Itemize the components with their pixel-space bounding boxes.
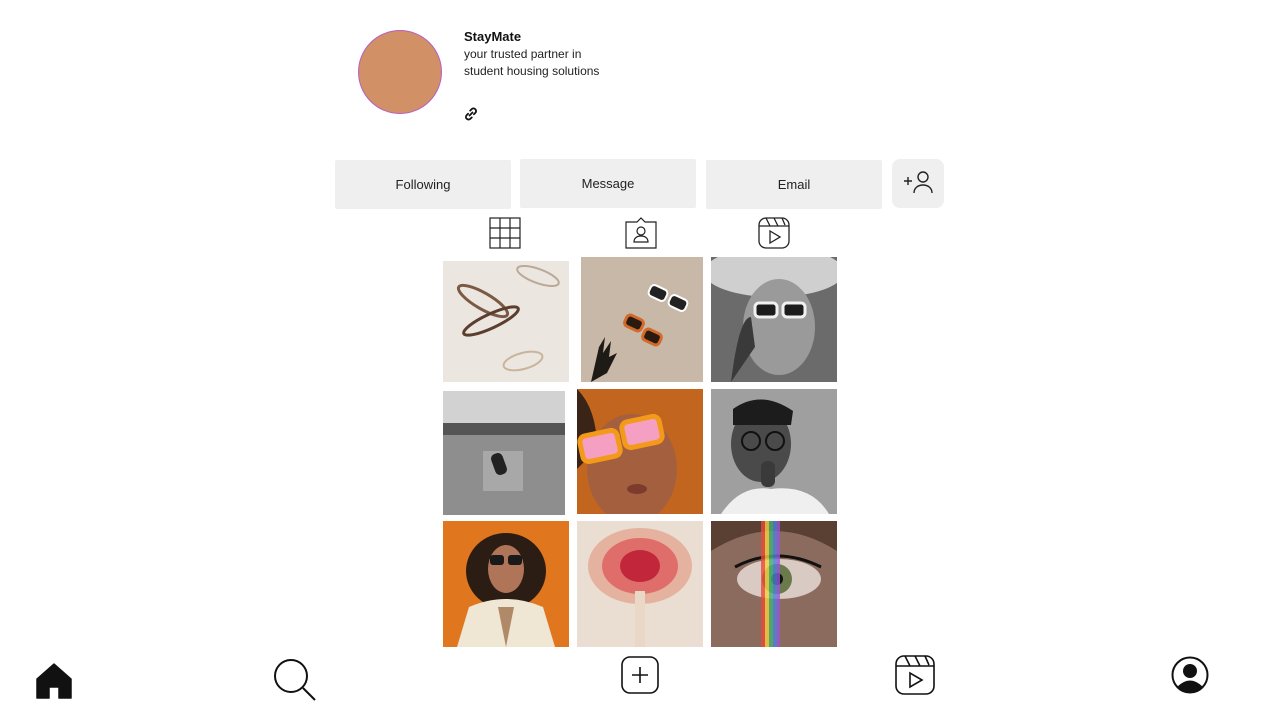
profile-bio: your trusted partner in student housing … xyxy=(464,47,600,78)
reels-icon xyxy=(895,654,935,700)
post-thumbnail[interactable] xyxy=(711,389,837,514)
link-icon[interactable] xyxy=(463,106,479,122)
search-nav[interactable] xyxy=(270,657,318,705)
grid-tab[interactable] xyxy=(488,216,522,254)
post-thumbnail[interactable] xyxy=(581,257,703,382)
following-button[interactable]: Following xyxy=(335,160,511,209)
post-thumbnail[interactable] xyxy=(443,521,569,647)
profile-name: StayMate xyxy=(464,29,522,44)
profile-icon xyxy=(1171,656,1209,699)
add-user-button[interactable] xyxy=(892,159,944,208)
post-thumbnail[interactable] xyxy=(443,261,569,382)
tagged-icon xyxy=(624,216,658,254)
post-thumbnail[interactable] xyxy=(577,521,703,647)
post-thumbnail[interactable] xyxy=(711,521,837,647)
profile-avatar[interactable] xyxy=(358,30,442,114)
reels-tab[interactable] xyxy=(757,216,791,254)
home-icon xyxy=(35,661,73,704)
post-thumbnail[interactable] xyxy=(711,257,837,382)
create-nav[interactable] xyxy=(620,655,660,699)
post-thumbnail[interactable] xyxy=(443,391,565,515)
reels-icon xyxy=(758,216,790,254)
plus-square-icon xyxy=(621,655,659,699)
profile-nav[interactable] xyxy=(1170,656,1210,699)
home-nav[interactable] xyxy=(34,662,74,702)
reels-nav[interactable] xyxy=(894,654,936,700)
email-button[interactable]: Email xyxy=(706,160,882,209)
add-user-icon xyxy=(901,168,935,199)
post-thumbnail[interactable] xyxy=(577,389,703,514)
grid-icon xyxy=(489,216,521,254)
tagged-tab[interactable] xyxy=(624,216,658,254)
search-icon xyxy=(271,656,317,707)
message-button[interactable]: Message xyxy=(520,159,696,208)
